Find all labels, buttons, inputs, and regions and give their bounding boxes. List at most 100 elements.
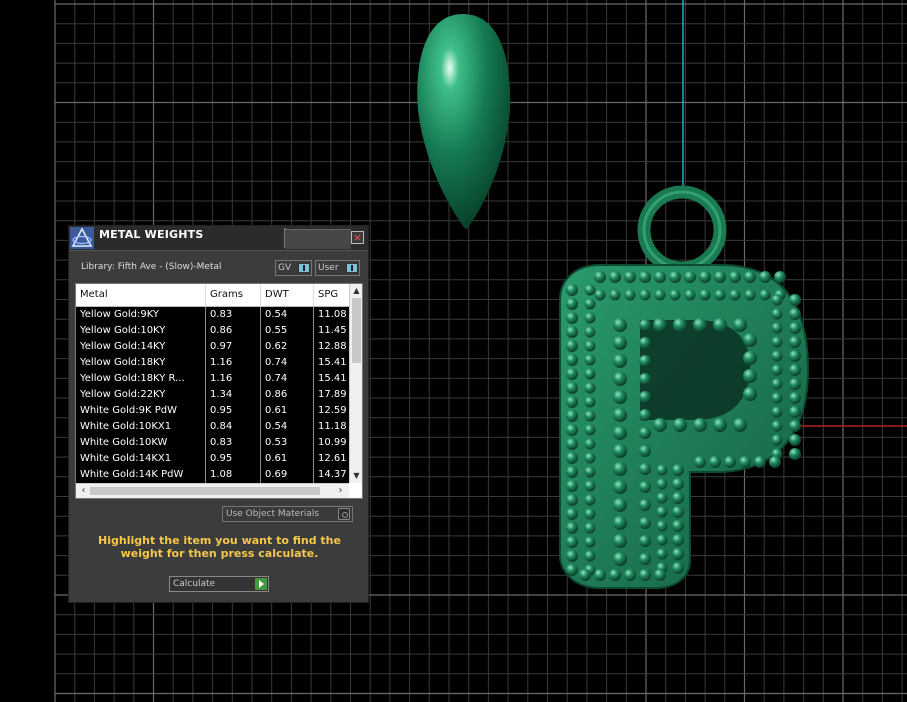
bead — [639, 271, 651, 283]
bead — [669, 289, 681, 301]
bead — [693, 318, 707, 332]
dwt-cell: 0.69 — [261, 467, 314, 483]
bead — [613, 426, 627, 440]
bead — [584, 452, 596, 464]
bead — [743, 387, 757, 401]
table-row[interactable]: Yellow Gold:18KY R... 1.16 0.74 15.41 — [76, 371, 349, 387]
column-header-metal[interactable]: Metal — [76, 284, 206, 306]
bead — [639, 481, 651, 493]
table-row[interactable]: Yellow Gold:10KY 0.86 0.55 11.45 — [76, 323, 349, 339]
bead — [744, 289, 756, 301]
bead — [594, 271, 606, 283]
bead — [672, 506, 684, 518]
bead — [789, 336, 801, 348]
dwt-cell: 0.62 — [261, 339, 314, 355]
bead — [566, 480, 578, 492]
metal-cell: Yellow Gold:18KY R... — [76, 371, 206, 387]
spg-cell: 11.08 — [318, 309, 347, 320]
bead — [789, 364, 801, 376]
bead — [714, 271, 726, 283]
table-row[interactable]: Yellow Gold:14KY 0.97 0.62 12.88 — [76, 339, 349, 355]
bead — [673, 318, 687, 332]
gv-label: GV — [278, 263, 292, 273]
teardrop-model[interactable] — [417, 14, 511, 230]
vertical-scrollbar[interactable]: ▲ ▼ — [349, 284, 362, 483]
scroll-right-icon[interactable]: › — [334, 486, 347, 496]
bead — [566, 340, 578, 352]
scroll-up-icon[interactable]: ▲ — [350, 286, 362, 296]
spg-cell: 14.37 — [318, 469, 347, 480]
panel-titlebar[interactable]: METAL WEIGHTS × — [69, 226, 368, 251]
bead — [694, 456, 706, 468]
metal-cell: Yellow Gold:14KY — [76, 339, 206, 355]
play-icon — [255, 578, 267, 590]
bead — [566, 354, 578, 366]
scroll-left-icon[interactable]: ‹ — [77, 486, 90, 496]
bead — [639, 409, 651, 421]
title-strip — [285, 229, 351, 249]
bead — [789, 420, 801, 432]
bead — [584, 550, 596, 562]
metal-cell: Yellow Gold:10KY — [76, 323, 206, 339]
bead — [759, 271, 771, 283]
table-row[interactable]: Yellow Gold:22KY 1.34 0.86 17.89 — [76, 387, 349, 403]
bead — [684, 271, 696, 283]
bead — [739, 456, 751, 468]
bead — [613, 336, 627, 350]
bead — [743, 333, 757, 347]
bead — [789, 434, 801, 446]
table-row[interactable]: White Gold:10KX1 0.84 0.54 11.18 — [76, 419, 349, 435]
scroll-down-icon[interactable]: ▼ — [350, 471, 362, 481]
metal-table[interactable]: Metal Grams DWT SPG Yellow Gold:9KY 0.83 0… — [75, 283, 363, 499]
library-label: Library: Fifth Ave - (Slow)-Metal — [81, 262, 222, 272]
bead — [566, 312, 578, 324]
bead — [729, 289, 741, 301]
bead — [789, 378, 801, 390]
bead — [613, 408, 627, 422]
table-row[interactable]: White Gold:10KW 0.83 0.53 10.99 — [76, 435, 349, 451]
table-row[interactable]: White Gold:9K PdW 0.95 0.61 12.59 — [76, 403, 349, 419]
horizontal-scrollbar[interactable]: ‹ › — [76, 483, 349, 498]
grams-cell: 0.86 — [206, 323, 261, 339]
metal-cell: White Gold:10KW — [76, 435, 206, 451]
bead — [566, 564, 578, 576]
bead — [724, 456, 736, 468]
bead — [639, 569, 651, 581]
bead — [613, 480, 627, 494]
bead — [639, 535, 651, 547]
bead — [743, 351, 757, 365]
column-header-grams[interactable]: Grams — [206, 284, 261, 306]
instruction-text: Highlight the item you want to find the … — [98, 534, 341, 560]
bead — [754, 456, 766, 468]
gv-toggle[interactable]: GV — [275, 260, 312, 276]
bead — [656, 506, 668, 518]
bead — [624, 289, 636, 301]
bead — [789, 392, 801, 404]
bead — [613, 462, 627, 476]
user-toggle[interactable]: User — [315, 260, 360, 276]
calculate-button[interactable]: Calculate — [169, 576, 269, 592]
bead — [639, 499, 651, 511]
dwt-cell: 0.86 — [261, 387, 314, 403]
table-row[interactable]: Yellow Gold:18KY 1.16 0.74 15.41 — [76, 355, 349, 371]
letter-p-pendant-model[interactable] — [559, 185, 810, 589]
bead — [566, 522, 578, 534]
bead — [584, 480, 596, 492]
column-header-spg[interactable]: SPG — [314, 284, 354, 306]
bead — [613, 516, 627, 530]
table-row[interactable]: Yellow Gold:9KY 0.83 0.54 11.08 — [76, 307, 349, 323]
column-header-dwt[interactable]: DWT — [261, 284, 314, 306]
bead — [789, 294, 801, 306]
bead — [672, 548, 684, 560]
close-button[interactable]: × — [351, 231, 364, 244]
user-label: User — [318, 263, 339, 273]
use-object-materials-option[interactable]: Use Object Materials — [222, 506, 353, 522]
table-row[interactable]: White Gold:14KX1 0.95 0.61 12.61 — [76, 451, 349, 467]
bead — [584, 312, 596, 324]
table-row[interactable]: White Gold:14K PdW 1.08 0.69 14.37 — [76, 467, 349, 483]
horizontal-scroll-thumb[interactable] — [90, 487, 320, 495]
vertical-scroll-thumb[interactable] — [352, 298, 361, 363]
dwt-cell: 0.55 — [261, 323, 314, 339]
bead — [639, 319, 651, 331]
bead — [613, 534, 627, 548]
